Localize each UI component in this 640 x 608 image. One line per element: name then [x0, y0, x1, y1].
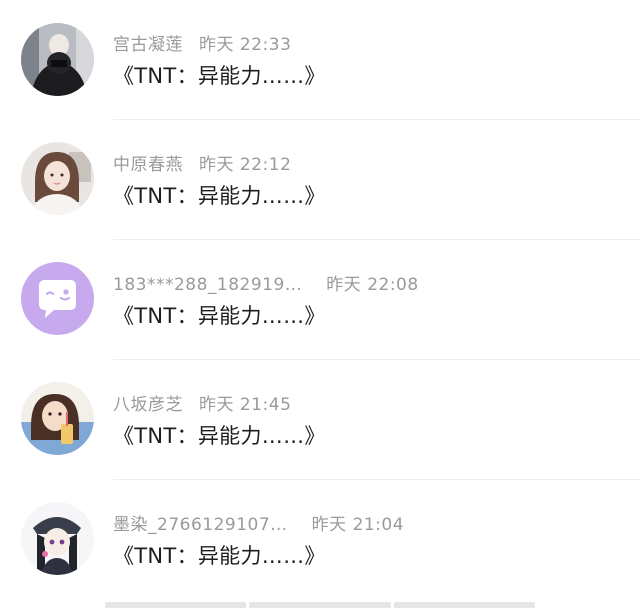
comment-text: 《TNT：异能力……》 [113, 64, 326, 88]
comment-meta: 宫古凝莲 昨天 22:33 [113, 30, 292, 55]
anime-girl-avatar [21, 502, 94, 575]
comment-item[interactable]: 中原春燕 昨天 22:12 《TNT：异能力……》 [0, 120, 640, 240]
girl-drink-photo-avatar [21, 382, 94, 455]
comment-item[interactable]: 墨染_2766129107… 昨天 21:04 《TNT：异能力……》 [0, 480, 640, 600]
comment-item[interactable]: 宫古凝莲 昨天 22:33 《TNT：异能力……》 [0, 0, 640, 120]
comment-meta: 墨染_2766129107… 昨天 21:04 [113, 510, 405, 535]
dark-hoodie-photo-avatar [21, 23, 94, 96]
bottom-tab-strip [105, 602, 535, 608]
username[interactable]: 中原春燕 [113, 150, 183, 175]
comment-meta: 183***288_182919… 昨天 22:08 [113, 270, 419, 295]
timestamp: 昨天 21:45 [199, 395, 292, 415]
comment-text: 《TNT：异能力……》 [113, 424, 326, 448]
username[interactable]: 墨染_2766129107… [113, 510, 288, 535]
timestamp: 昨天 22:12 [199, 155, 292, 175]
avatar[interactable] [21, 502, 94, 575]
comment-item[interactable]: 八坂彦芝 昨天 21:45 《TNT：异能力……》 [0, 360, 640, 480]
avatar[interactable] [21, 262, 94, 335]
username[interactable]: 宫古凝莲 [113, 30, 183, 55]
username[interactable]: 八坂彦芝 [113, 390, 183, 415]
comment-text: 《TNT：异能力……》 [113, 544, 326, 568]
tab-segment[interactable] [105, 602, 247, 608]
default-purple-chat-avatar [21, 262, 94, 335]
avatar[interactable] [21, 23, 94, 96]
comment-meta: 八坂彦芝 昨天 21:45 [113, 390, 292, 415]
tab-segment[interactable] [393, 602, 535, 608]
tab-segment[interactable] [249, 602, 391, 608]
username[interactable]: 183***288_182919… [113, 275, 302, 295]
comment-item[interactable]: 183***288_182919… 昨天 22:08 《TNT：异能力……》 [0, 240, 640, 360]
timestamp: 昨天 22:08 [326, 275, 419, 295]
timestamp: 昨天 22:33 [199, 35, 292, 55]
avatar[interactable] [21, 382, 94, 455]
timestamp: 昨天 21:04 [311, 515, 405, 535]
girl-photo-avatar [21, 142, 94, 215]
comment-text: 《TNT：异能力……》 [113, 184, 326, 208]
comment-text: 《TNT：异能力……》 [113, 304, 326, 328]
avatar[interactable] [21, 142, 94, 215]
comment-meta: 中原春燕 昨天 22:12 [113, 150, 292, 175]
